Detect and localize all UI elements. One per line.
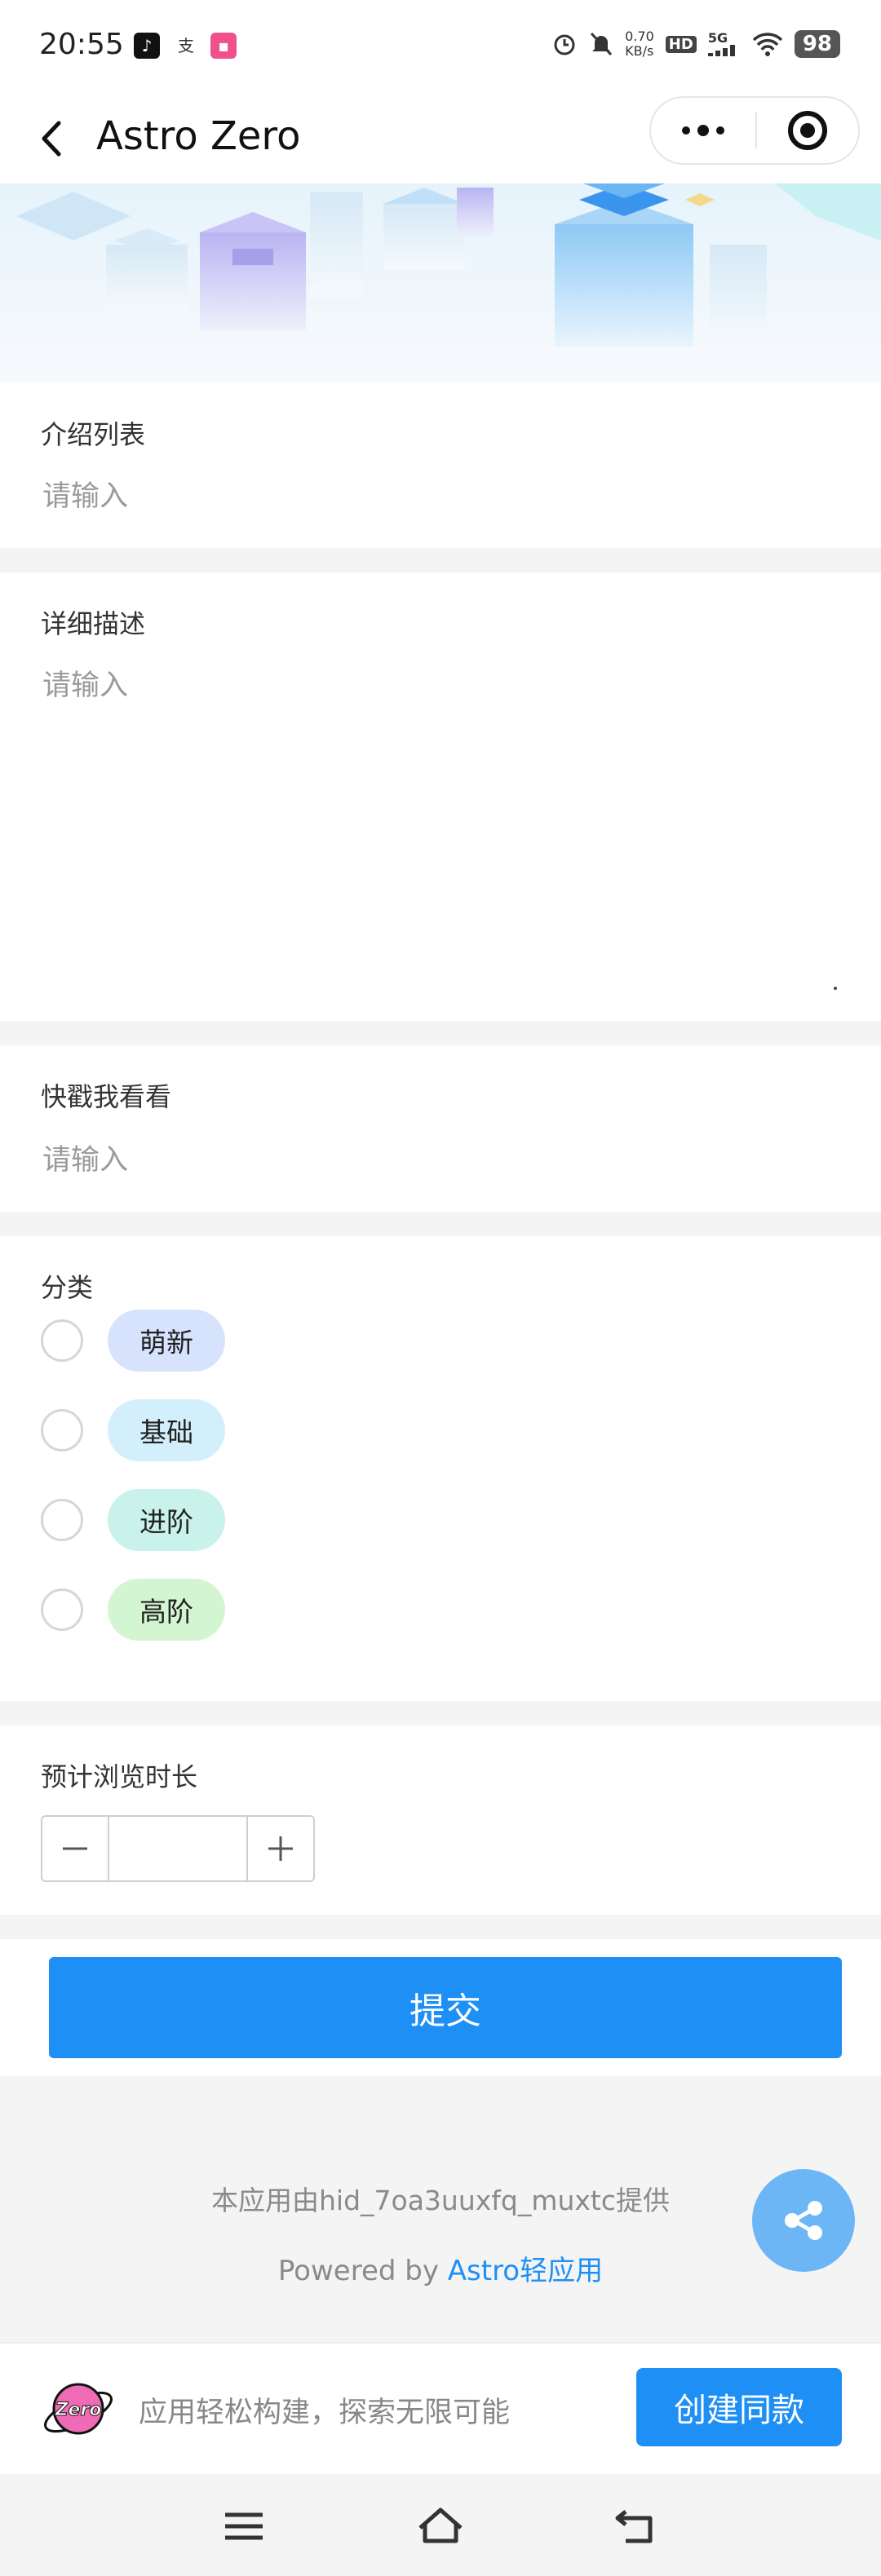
- status-indicators: 0.70 KB/s HD 5G 98: [551, 29, 840, 59]
- alipay-icon: 支: [173, 33, 199, 59]
- alarm-icon: [554, 34, 575, 55]
- back-arrow-icon[interactable]: [31, 112, 80, 166]
- radio-button[interactable]: [41, 1499, 83, 1541]
- share-button[interactable]: [752, 2169, 855, 2272]
- submit-button[interactable]: 提交: [49, 1957, 842, 2058]
- duration-section: 预计浏览时长: [0, 1725, 881, 1915]
- network-speed: 0.70 KB/s: [625, 29, 654, 59]
- quick-look-label: 快戳我看看: [41, 1081, 172, 1112]
- network-speed-value: 0.70: [625, 29, 654, 44]
- home-icon[interactable]: [412, 2502, 469, 2551]
- textarea-resize-handle[interactable]: [834, 987, 837, 990]
- header-banner-illustration: [0, 183, 881, 383]
- miniprogram-capsule: [649, 96, 860, 165]
- radio-button[interactable]: [41, 1319, 83, 1362]
- astro-link[interactable]: Astro轻应用: [448, 2255, 603, 2287]
- signal-bars-icon: [707, 45, 735, 56]
- quick-look-input[interactable]: 请输入: [42, 1137, 128, 1178]
- promo-bar: Zero 应用轻松构建，探索无限可能 创建同款: [0, 2342, 881, 2474]
- page-title: Astro Zero: [96, 113, 301, 159]
- menu-icon[interactable]: [215, 2502, 272, 2551]
- duration-stepper: [41, 1815, 315, 1882]
- navigation-bar: Astro Zero: [0, 94, 881, 183]
- radio-button[interactable]: [41, 1409, 83, 1451]
- tiktok-icon: ♪: [134, 33, 160, 59]
- category-tag[interactable]: 萌新: [108, 1310, 225, 1372]
- mute-icon: [591, 32, 613, 56]
- category-option[interactable]: 萌新: [41, 1310, 225, 1372]
- duration-label: 预计浏览时长: [41, 1761, 198, 1792]
- minus-icon: [63, 1847, 87, 1850]
- battery-indicator: 98: [794, 30, 840, 58]
- decrement-button[interactable]: [42, 1817, 108, 1880]
- detail-description-section: 详细描述 请输入: [0, 572, 881, 1021]
- radio-button[interactable]: [41, 1588, 83, 1631]
- category-option[interactable]: 高阶: [41, 1579, 225, 1641]
- detail-description-textarea[interactable]: 请输入: [42, 662, 128, 704]
- provider-text: 本应用由hid_7oa3uuxfq_muxtc提供: [210, 2185, 671, 2216]
- category-option[interactable]: 基础: [41, 1399, 225, 1461]
- intro-list-label: 介绍列表: [41, 419, 146, 450]
- intro-list-section: 介绍列表 请输入: [0, 383, 881, 548]
- close-miniprogram-button[interactable]: [757, 111, 858, 150]
- logo-text: Zero: [55, 2400, 102, 2420]
- promo-text: 应用轻松构建，探索无限可能: [139, 2397, 511, 2429]
- category-tag[interactable]: 基础: [108, 1399, 225, 1461]
- powered-by: Powered by Astro轻应用: [0, 2248, 881, 2288]
- network-speed-unit: KB/s: [625, 43, 654, 59]
- hd-badge: HD: [665, 35, 697, 53]
- app-notification-icon: ▪: [210, 33, 237, 59]
- status-bar: 20:55 ♪ 支 ▪ 0.70 KB/s HD 5G 98: [0, 0, 881, 94]
- intro-list-input[interactable]: 请输入: [42, 473, 128, 515]
- powered-by-prefix: Powered by: [277, 2255, 448, 2287]
- signal-indicator: 5G: [707, 30, 741, 56]
- category-label: 分类: [41, 1272, 94, 1303]
- increment-button[interactable]: [248, 1817, 313, 1880]
- network-type: 5G: [707, 30, 728, 46]
- category-tag[interactable]: 进阶: [108, 1489, 225, 1551]
- detail-description-label: 详细描述: [41, 608, 146, 639]
- share-icon: [785, 2201, 822, 2240]
- more-options-button[interactable]: [651, 98, 755, 163]
- duration-input[interactable]: [108, 1817, 248, 1880]
- create-same-button[interactable]: 创建同款: [636, 2368, 842, 2446]
- category-section: 分类 萌新基础进阶高阶: [0, 1236, 881, 1701]
- back-nav-icon[interactable]: [608, 2502, 665, 2551]
- quick-look-section: 快戳我看看 请输入: [0, 1045, 881, 1212]
- wifi-icon: [752, 33, 783, 56]
- system-navigation-bar: [0, 2474, 881, 2576]
- more-dots-icon: [682, 126, 690, 135]
- plus-icon: [268, 1836, 293, 1861]
- category-option[interactable]: 进阶: [41, 1489, 225, 1551]
- target-icon: [788, 111, 827, 150]
- category-tag[interactable]: 高阶: [108, 1579, 225, 1641]
- zero-logo-icon: Zero: [44, 2383, 113, 2435]
- status-time: 20:55: [39, 28, 124, 61]
